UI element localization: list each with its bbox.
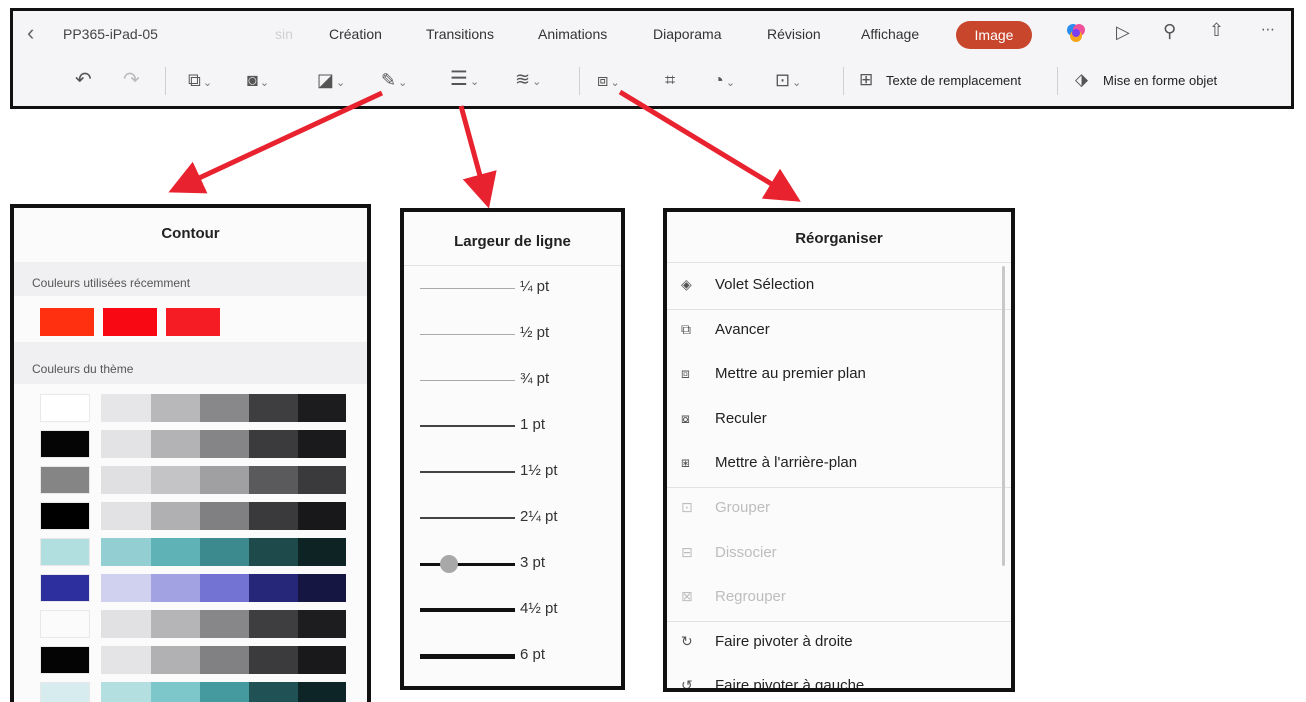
arrow-to-contour bbox=[168, 90, 384, 194]
arrow-to-line-width bbox=[458, 105, 497, 209]
arrow-to-reorganize bbox=[618, 89, 801, 202]
annotation-arrows bbox=[168, 89, 801, 209]
